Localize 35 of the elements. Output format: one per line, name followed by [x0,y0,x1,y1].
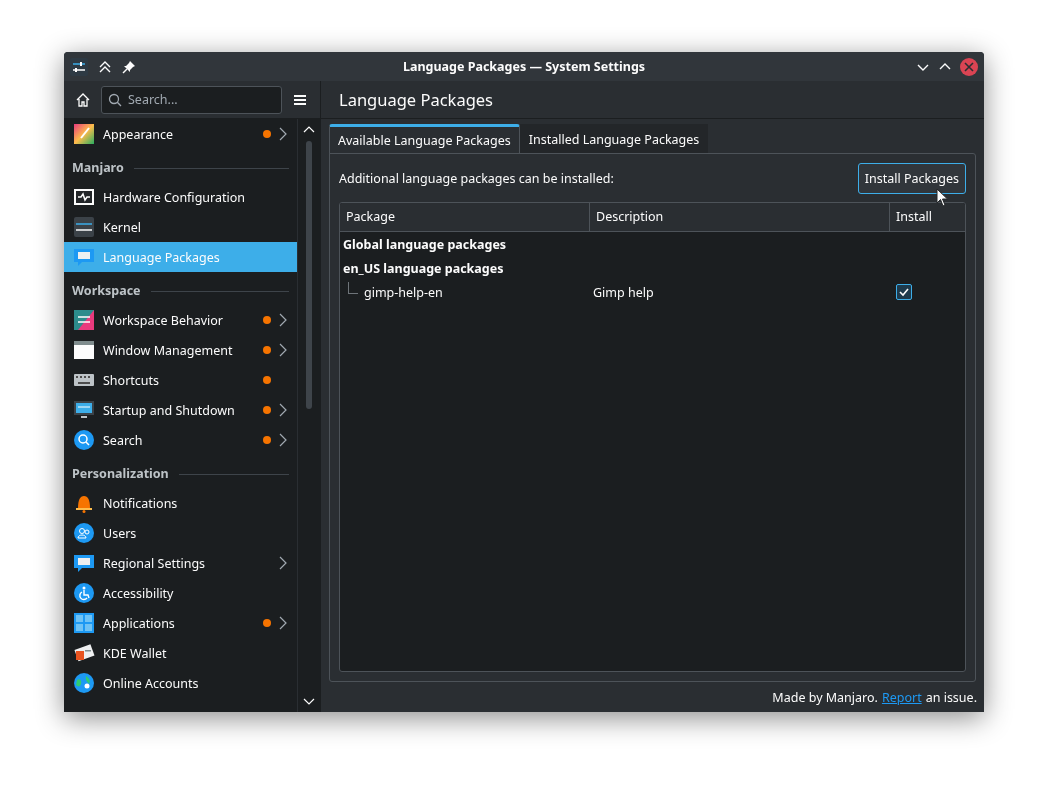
install-packages-button[interactable]: Install Packages [857,163,966,194]
sidebar-item[interactable]: Users [64,518,297,548]
footer-text: an issue. [925,688,977,706]
sidebar-item[interactable]: KDE Wallet [64,638,297,668]
sidebar-item[interactable]: Workspace Behavior [64,305,297,335]
section-header: Workspace [72,282,141,299]
sidebar-item[interactable]: Startup and Shutdown [64,395,297,425]
sidebar-item[interactable]: Applications [64,608,297,638]
section-header: Personalization [72,465,169,482]
column-header[interactable]: Description [590,203,890,231]
sidebar-item[interactable]: Kernel [64,212,297,242]
sidebar-item[interactable]: Hardware Configuration [64,182,297,212]
tab[interactable]: Installed Language Packages [519,124,709,154]
tab[interactable]: Available Language Packages [329,124,520,154]
search-field[interactable]: Search... [101,85,282,114]
sidebar-item[interactable]: Accessibility [64,578,297,608]
report-link[interactable]: Report [881,688,922,706]
table-cell: Gimp help [593,283,654,301]
group-header: en_US language packages [342,259,504,277]
sidebar-item[interactable]: Regional Settings [64,548,297,578]
sidebar-item[interactable]: Window Management [64,335,297,365]
intro-text: Additional language packages can be installed: [339,170,614,187]
group-header: Global language packages [342,235,507,253]
window-title: Language Packages — System Settings [401,58,647,75]
column-header[interactable]: Install [890,203,965,231]
sidebar-item[interactable]: Notifications [64,488,297,518]
table-cell: gimp-help-en [364,283,443,301]
page-title: Language Packages [321,81,984,119]
sidebar-item[interactable]: Appearance [64,119,297,149]
column-header[interactable]: Package [340,203,590,231]
footer-text: Made by Manjaro. [772,688,878,706]
section-header: Manjaro [72,159,124,176]
sidebar-item[interactable]: Shortcuts [64,365,297,395]
sidebar-item[interactable]: Online Accounts [64,668,297,698]
sidebar-item[interactable]: Search [64,425,297,455]
